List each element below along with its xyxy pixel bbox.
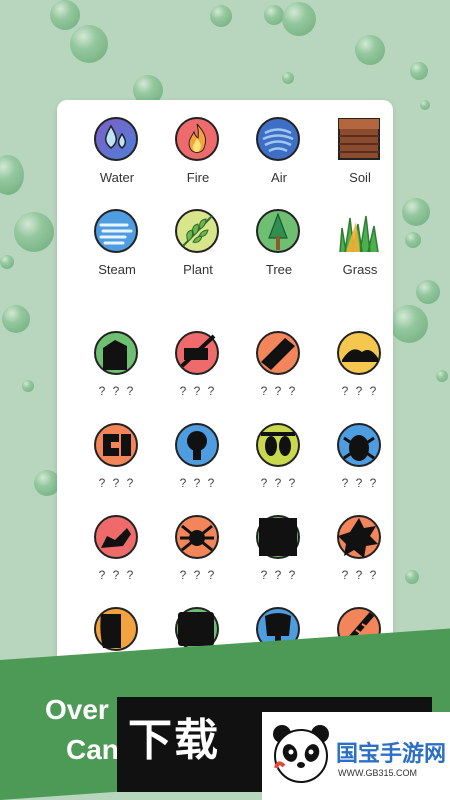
element-label: ? ? ? xyxy=(341,384,379,398)
flame-icon xyxy=(174,116,220,162)
locked-silhouette-5-icon xyxy=(93,422,139,468)
locked-silhouette-1-icon xyxy=(93,330,139,376)
element-label: ? ? ? xyxy=(98,568,136,582)
element-label: Air xyxy=(271,170,287,185)
locked-silhouette-12-icon xyxy=(336,514,382,560)
leaf-icon xyxy=(174,208,220,254)
bubble xyxy=(264,5,284,25)
banner-text-line1: Over xyxy=(45,694,109,725)
element-label: ? ? ? xyxy=(260,384,298,398)
element-label: ? ? ? xyxy=(341,568,379,582)
soil-layers-icon xyxy=(336,116,382,162)
bubble xyxy=(2,305,30,333)
bubble xyxy=(436,370,448,382)
locked-silhouette-4-icon xyxy=(336,330,382,376)
locked-silhouette-10-icon xyxy=(174,514,220,560)
steam-icon xyxy=(93,208,139,254)
bubble xyxy=(14,212,54,252)
water-drops-icon xyxy=(93,116,139,162)
locked-silhouette-13-icon xyxy=(93,606,139,652)
bubble xyxy=(355,35,385,65)
locked-silhouette-3-icon xyxy=(255,330,301,376)
bubble xyxy=(50,0,80,30)
element-label: Tree xyxy=(265,262,293,277)
element-label: ? ? ? xyxy=(260,476,298,490)
element-collection-card: Water Fire Air Soil Steam Plant Tree Grass ? ? ?… xyxy=(57,100,393,700)
bubble xyxy=(282,2,316,36)
element-label: ? ? ? xyxy=(179,476,217,490)
element-label: ? ? ? xyxy=(260,568,298,582)
locked-silhouette-2-icon xyxy=(174,330,220,376)
element-label: Steam xyxy=(98,262,136,277)
watermark-text: 下载 xyxy=(128,715,220,766)
element-label: ? ? ? xyxy=(341,476,379,490)
panda-logo-icon xyxy=(268,720,334,786)
bubble xyxy=(22,380,34,392)
wind-swirl-icon xyxy=(255,116,301,162)
bubble xyxy=(402,198,430,226)
element-label: Soil xyxy=(349,170,371,185)
watermark-url: WWW.GB315.COM xyxy=(338,768,418,778)
bubble xyxy=(390,305,428,343)
locked-silhouette-9-icon xyxy=(93,514,139,560)
element-label: ? ? ? xyxy=(98,476,136,490)
element-label: Plant xyxy=(183,262,213,277)
element-label: Water xyxy=(99,170,135,185)
banner-text-line2: Can xyxy=(66,734,119,765)
locked-silhouette-6-icon xyxy=(174,422,220,468)
bubble xyxy=(405,570,419,584)
element-label: ? ? ? xyxy=(98,384,136,398)
bubble xyxy=(410,62,428,80)
locked-silhouette-11-icon xyxy=(255,514,301,560)
bubble xyxy=(416,280,440,304)
locked-silhouette-7-icon xyxy=(255,422,301,468)
tree-icon xyxy=(255,208,301,254)
element-label: ? ? ? xyxy=(179,568,217,582)
bubble xyxy=(70,25,108,63)
bubble xyxy=(405,232,421,248)
bubble xyxy=(0,155,24,195)
element-label: Fire xyxy=(186,170,210,185)
element-label: Grass xyxy=(342,262,378,277)
locked-silhouette-8-icon xyxy=(336,422,382,468)
watermark-brand: 国宝手游网 xyxy=(336,742,447,767)
bubble xyxy=(420,100,430,110)
bubble xyxy=(210,5,232,27)
bubble xyxy=(282,72,294,84)
element-label: ? ? ? xyxy=(179,384,217,398)
grass-icon xyxy=(336,208,382,254)
bubble xyxy=(0,255,14,269)
